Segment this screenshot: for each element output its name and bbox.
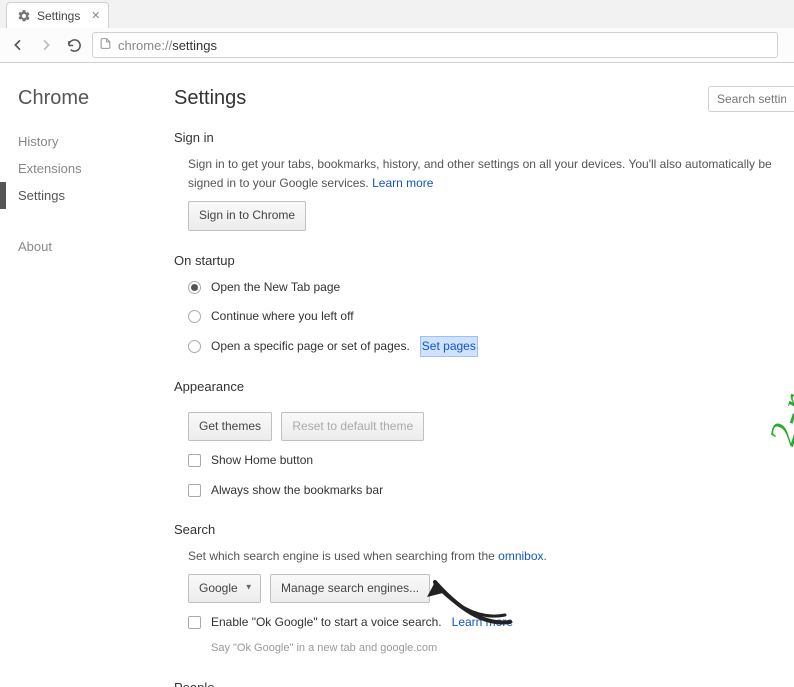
- sidebar-item-settings[interactable]: Settings: [18, 182, 146, 209]
- chevron-down-icon: ▼: [245, 582, 253, 595]
- signin-button[interactable]: Sign in to Chrome: [188, 201, 306, 230]
- url-text: chrome://settings: [118, 38, 217, 53]
- tab-title: Settings: [37, 9, 80, 23]
- manage-search-engines-button[interactable]: Manage search engines...: [270, 574, 430, 603]
- checkbox-icon: [188, 454, 201, 467]
- tab-bar: Settings ✕: [0, 0, 794, 28]
- search-desc: Set which search engine is used when sea…: [188, 549, 498, 563]
- sidebar-item-history[interactable]: History: [18, 128, 146, 155]
- checkbox-label: Enable "Ok Google" to start a voice sear…: [211, 613, 442, 632]
- section-appearance: Appearance Get themes Reset to default t…: [174, 379, 776, 500]
- sidebar-item-extensions[interactable]: Extensions: [18, 155, 146, 182]
- checkbox-icon: [188, 484, 201, 497]
- sidebar-title: Chrome: [18, 87, 146, 110]
- set-pages-link[interactable]: Set pages: [420, 336, 478, 357]
- checkbox-label: Always show the bookmarks bar: [211, 481, 383, 500]
- browser-chrome: Settings ✕ chrome://settings: [0, 0, 794, 63]
- gear-icon: [17, 9, 31, 23]
- page-icon: [99, 37, 112, 53]
- radio-continue[interactable]: Continue where you left off: [188, 307, 776, 326]
- search-settings-input[interactable]: [708, 86, 794, 112]
- sidebar-item-about[interactable]: About: [18, 233, 146, 260]
- get-themes-button[interactable]: Get themes: [188, 412, 272, 441]
- checkbox-home-button[interactable]: Show Home button: [188, 451, 776, 470]
- dropdown-value: Google: [199, 581, 238, 595]
- checkbox-icon: [188, 616, 201, 629]
- signin-desc: Sign in to get your tabs, bookmarks, his…: [188, 157, 772, 190]
- radio-new-tab[interactable]: Open the New Tab page: [188, 278, 776, 297]
- learn-more-link[interactable]: Learn more: [372, 176, 433, 190]
- section-title: Appearance: [174, 379, 776, 394]
- page-title: Settings: [174, 87, 776, 110]
- radio-label: Open a specific page or set of pages.: [211, 337, 410, 356]
- address-bar[interactable]: chrome://settings: [92, 32, 778, 58]
- omnibox-link[interactable]: omnibox: [498, 549, 543, 563]
- reload-button[interactable]: [64, 35, 84, 55]
- section-signin: Sign in Sign in to get your tabs, bookma…: [174, 130, 776, 231]
- close-icon[interactable]: ✕: [91, 9, 100, 22]
- section-title: Sign in: [174, 130, 776, 145]
- ok-google-hint: Say "Ok Google" in a new tab and google.…: [211, 640, 776, 658]
- checkbox-label: Show Home button: [211, 451, 313, 470]
- toolbar: chrome://settings: [0, 28, 794, 62]
- main-panel: Settings Sign in Sign in to get your tab…: [146, 63, 794, 687]
- radio-icon: [188, 281, 201, 294]
- checkbox-ok-google[interactable]: Enable "Ok Google" to start a voice sear…: [188, 613, 776, 632]
- sidebar: Chrome History Extensions Settings About: [0, 63, 146, 687]
- section-title: Search: [174, 522, 776, 537]
- radio-label: Continue where you left off: [211, 307, 354, 326]
- back-button[interactable]: [8, 35, 28, 55]
- reset-theme-button[interactable]: Reset to default theme: [281, 412, 424, 441]
- forward-button[interactable]: [36, 35, 56, 55]
- section-title: On startup: [174, 253, 776, 268]
- radio-label: Open the New Tab page: [211, 278, 340, 297]
- radio-specific-pages[interactable]: Open a specific page or set of pages. Se…: [188, 336, 776, 357]
- content-area: Chrome History Extensions Settings About…: [0, 63, 794, 687]
- checkbox-bookmarks-bar[interactable]: Always show the bookmarks bar: [188, 481, 776, 500]
- learn-more-link[interactable]: Learn more: [452, 613, 513, 632]
- radio-icon: [188, 340, 201, 353]
- browser-tab[interactable]: Settings ✕: [6, 2, 109, 28]
- radio-icon: [188, 310, 201, 323]
- section-search: Search Set which search engine is used w…: [174, 522, 776, 658]
- section-startup: On startup Open the New Tab page Continu…: [174, 253, 776, 358]
- search-engine-dropdown[interactable]: Google ▼: [188, 574, 261, 603]
